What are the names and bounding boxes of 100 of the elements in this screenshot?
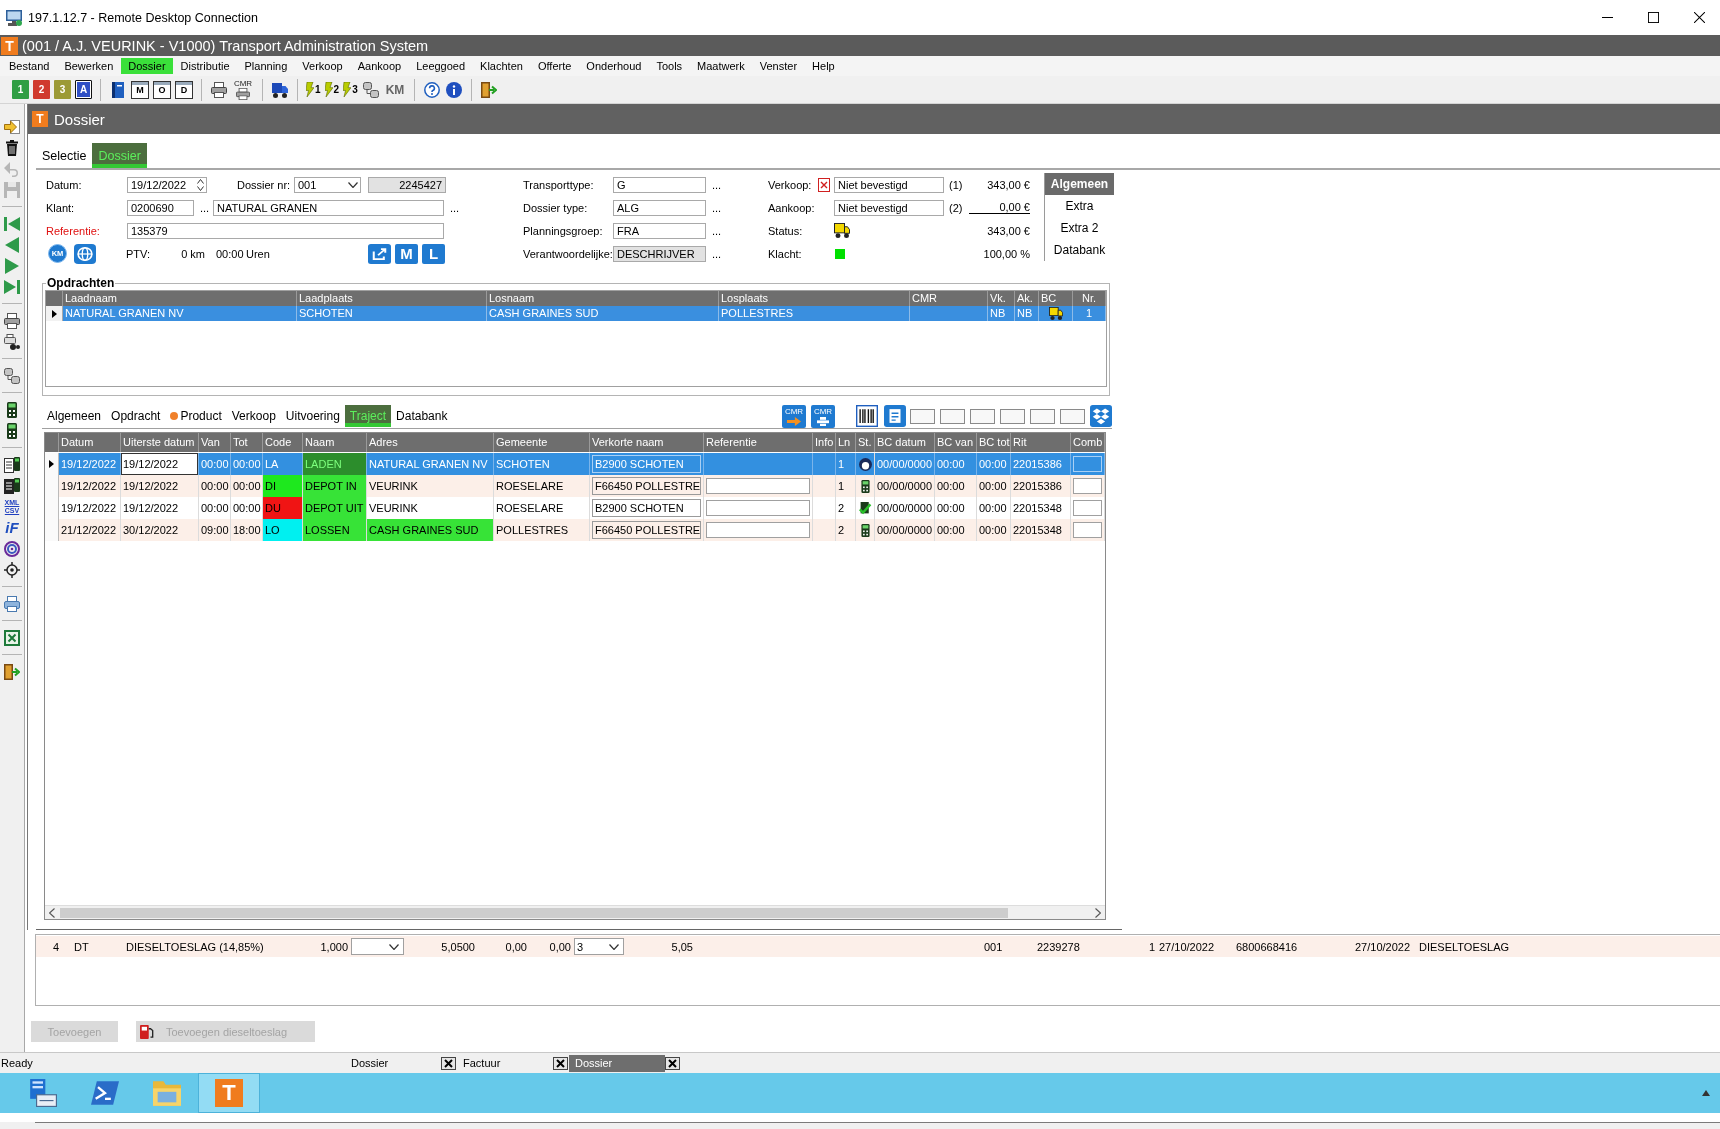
table-row[interactable]: 21/12/2022 30/12/2022 09:00 18:00 LO LOSSEN CASH GRAINES SUD POLLESTRES F66450 POLLESTRE 2 00/00/0000 00:00 00:00 22015348 (45, 519, 1105, 541)
route-button[interactable]: 2 (324, 80, 340, 99)
dropdown[interactable]: 3 (574, 938, 624, 955)
side-tab[interactable]: Databank (1045, 239, 1114, 261)
menu-item[interactable]: Tools (648, 58, 690, 74)
print-button[interactable]: CMR (232, 78, 254, 101)
status-field[interactable]: Niet bevestigd (834, 199, 944, 216)
menu-item[interactable]: Help (804, 58, 843, 74)
column-header[interactable]: St. (856, 433, 875, 452)
menu-item[interactable]: Dossier (120, 58, 174, 74)
window-tab[interactable]: Dossier (345, 1054, 441, 1072)
browse-button[interactable]: ... (450, 201, 460, 214)
document-icon[interactable] (884, 405, 906, 427)
caret-up-icon[interactable] (1702, 1090, 1710, 1096)
input-field[interactable]: 2245427 (368, 176, 446, 193)
printer-icon[interactable] (4, 595, 20, 612)
help-icon[interactable] (423, 80, 442, 99)
input-field[interactable]: 19/12/2022 (121, 453, 199, 475)
scrollbar-thumb[interactable] (60, 907, 1008, 918)
tab[interactable]: Product (165, 405, 227, 427)
first-record-icon[interactable] (4, 215, 20, 232)
date-field[interactable]: 19/12/2022 (127, 176, 207, 193)
door-icon[interactable] (480, 80, 499, 99)
share-icon[interactable] (368, 243, 391, 264)
column-header[interactable]: Gemeente (494, 433, 590, 452)
window-tab[interactable]: Dossier (569, 1054, 665, 1072)
maximize-icon[interactable] (1648, 12, 1659, 23)
input-field[interactable]: NATURAL GRANEN (213, 199, 444, 216)
browse-button[interactable]: ... (712, 224, 722, 237)
letter-button[interactable]: M (395, 243, 418, 264)
info-icon[interactable] (445, 80, 464, 99)
column-header[interactable]: Uiterste datum (121, 433, 199, 452)
table-row[interactable]: 19/12/2022 19/12/2022 00:00 00:00 LA LADEN NATURAL GRANEN NV SCHOTEN B2900 SCHOTEN 1 00/00/0000 00:00 00:00 22015386 (45, 453, 1105, 475)
dropdown[interactable] (351, 938, 404, 955)
tab[interactable]: Selectie (36, 143, 93, 168)
side-tab[interactable]: Extra 2 (1045, 217, 1114, 239)
tab[interactable]: Algemeen (42, 405, 107, 427)
printer-icon[interactable] (210, 80, 228, 99)
close-icon[interactable] (553, 1056, 568, 1070)
text-button[interactable]: iF (5, 519, 19, 536)
column-header[interactable]: BC datum (875, 433, 935, 452)
letter-button[interactable]: L (422, 243, 445, 264)
menu-item[interactable]: Bestand (1, 58, 57, 74)
tab[interactable]: Uitvoering (280, 405, 345, 427)
route-button[interactable]: 1 (306, 80, 321, 99)
barcode-icon[interactable] (856, 405, 878, 427)
printer-binoculars-icon[interactable] (4, 333, 20, 350)
menu-item[interactable]: Aankoop (350, 58, 409, 74)
input-field[interactable] (1073, 522, 1102, 538)
close-icon[interactable] (1694, 12, 1705, 23)
column-header[interactable]: Naam (303, 433, 367, 452)
tab[interactable]: Dossier (92, 143, 147, 168)
server-icon[interactable] (29, 1079, 57, 1107)
cmr-export-button[interactable]: CMR (782, 404, 806, 428)
list-icon[interactable] (4, 477, 20, 494)
handheld-icon[interactable] (4, 401, 20, 418)
column-header[interactable]: BC tot (977, 433, 1011, 452)
input-field[interactable]: FRA (613, 222, 706, 239)
column-header[interactable]: BC van (935, 433, 977, 452)
empty-button[interactable] (1030, 408, 1055, 424)
side-tab[interactable]: Extra (1045, 195, 1114, 217)
terminal-icon[interactable] (91, 1079, 119, 1107)
menu-item[interactable]: Bewerken (56, 58, 121, 74)
side-tab[interactable]: Algemeen (1045, 173, 1114, 195)
truck-icon[interactable] (271, 80, 289, 99)
arrow-in-icon[interactable] (4, 118, 20, 135)
column-header[interactable]: Comb (1071, 433, 1105, 452)
table-row[interactable]: 19/12/2022 19/12/2022 00:00 00:00 DU DEPOT UIT VEURINK ROESELARE B2900 SCHOTEN 2 00/00/0000 00:00 00:00 22015348 (45, 497, 1105, 519)
column-header[interactable]: Rit (1011, 433, 1071, 452)
spiral-icon[interactable] (4, 540, 20, 557)
input-field[interactable] (706, 478, 810, 494)
tab[interactable]: Verkoop (226, 405, 281, 427)
database-icon[interactable] (4, 367, 20, 384)
document-button[interactable]: A (75, 80, 92, 99)
text-button[interactable]: KM (383, 80, 407, 99)
diamonds-icon[interactable] (1090, 405, 1112, 427)
column-header[interactable]: Van (199, 433, 231, 452)
input-field[interactable] (1073, 478, 1102, 494)
column-header[interactable]: Adres (367, 433, 494, 452)
previous-icon[interactable] (4, 236, 20, 253)
browse-button[interactable]: ... (712, 178, 722, 191)
empty-button[interactable] (940, 408, 965, 424)
book-icon[interactable] (109, 80, 127, 99)
menu-item[interactable]: Offerte (530, 58, 579, 74)
input-field[interactable]: 0200690 (127, 199, 194, 216)
close-icon[interactable] (665, 1056, 680, 1070)
browse-button[interactable]: ... (194, 201, 213, 214)
menu-item[interactable]: Verkoop (294, 58, 351, 74)
empty-button[interactable] (910, 408, 935, 424)
empty-button[interactable] (1060, 408, 1085, 424)
browse-button[interactable]: ... (712, 247, 722, 260)
crosshair-icon[interactable] (4, 561, 20, 578)
next-icon[interactable] (4, 257, 20, 274)
column-header[interactable]: Datum (59, 433, 121, 452)
handheld-icon[interactable] (4, 422, 20, 439)
printer-icon[interactable] (4, 312, 20, 329)
chevron-left-icon[interactable] (49, 907, 55, 918)
input-field[interactable]: G (613, 176, 706, 193)
empty-button[interactable] (1000, 408, 1025, 424)
menu-item[interactable]: Maatwerk (689, 58, 753, 74)
